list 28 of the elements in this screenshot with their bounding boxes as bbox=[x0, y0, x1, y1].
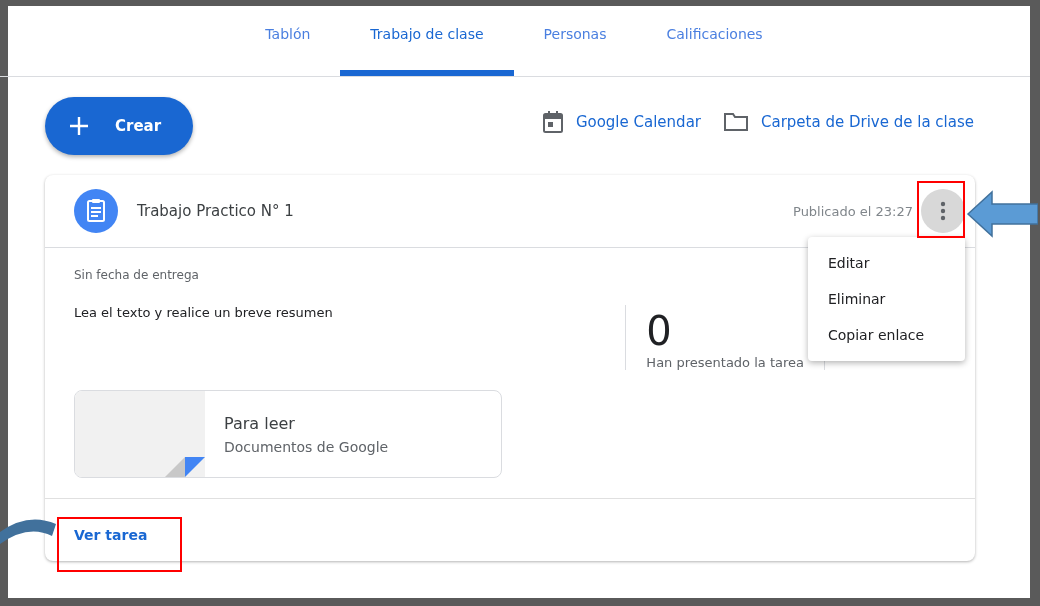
due-date: Sin fecha de entrega bbox=[74, 268, 200, 282]
nav-tab[interactable]: Tablón bbox=[235, 6, 341, 76]
plus-icon bbox=[69, 116, 89, 136]
assignment-title: Trabajo Practico N° 1 bbox=[137, 202, 294, 220]
nav-tab[interactable]: Trabajo de clase bbox=[340, 6, 514, 76]
menu-item[interactable]: Editar bbox=[808, 245, 965, 281]
nav-tab[interactable]: Personas bbox=[513, 6, 637, 76]
highlight-box bbox=[917, 181, 965, 238]
assignment-description: Lea el texto y realice un breve resumen bbox=[74, 305, 334, 322]
attachment-type: Documentos de Google bbox=[224, 438, 389, 455]
nav-tab[interactable]: Calificaciones bbox=[636, 6, 793, 76]
attachment-card[interactable]: Para leer Documentos de Google bbox=[74, 390, 502, 478]
view-assignment-link[interactable]: Ver tarea bbox=[74, 527, 148, 543]
posted-time: Publicado el 23:27 bbox=[793, 203, 913, 219]
toolbar-link[interactable]: Google Calendar bbox=[541, 110, 701, 134]
create-button[interactable]: Crear bbox=[45, 97, 193, 155]
toolbar-link[interactable]: Carpeta de Drive de la clase bbox=[723, 110, 974, 134]
more-vertical-icon bbox=[940, 201, 946, 221]
stat-label: Han presentado la tarea bbox=[646, 355, 804, 370]
attachment-title: Para leer bbox=[224, 413, 296, 433]
menu-item[interactable]: Eliminar bbox=[808, 281, 965, 317]
menu-item[interactable]: Copiar enlace bbox=[808, 317, 965, 353]
folder-icon bbox=[723, 112, 749, 132]
calendar-icon bbox=[541, 110, 564, 134]
assignment-icon bbox=[74, 189, 118, 233]
more-options-button[interactable] bbox=[921, 189, 965, 233]
stat-count: 0 bbox=[646, 307, 673, 355]
arrow-icon bbox=[966, 190, 1038, 238]
